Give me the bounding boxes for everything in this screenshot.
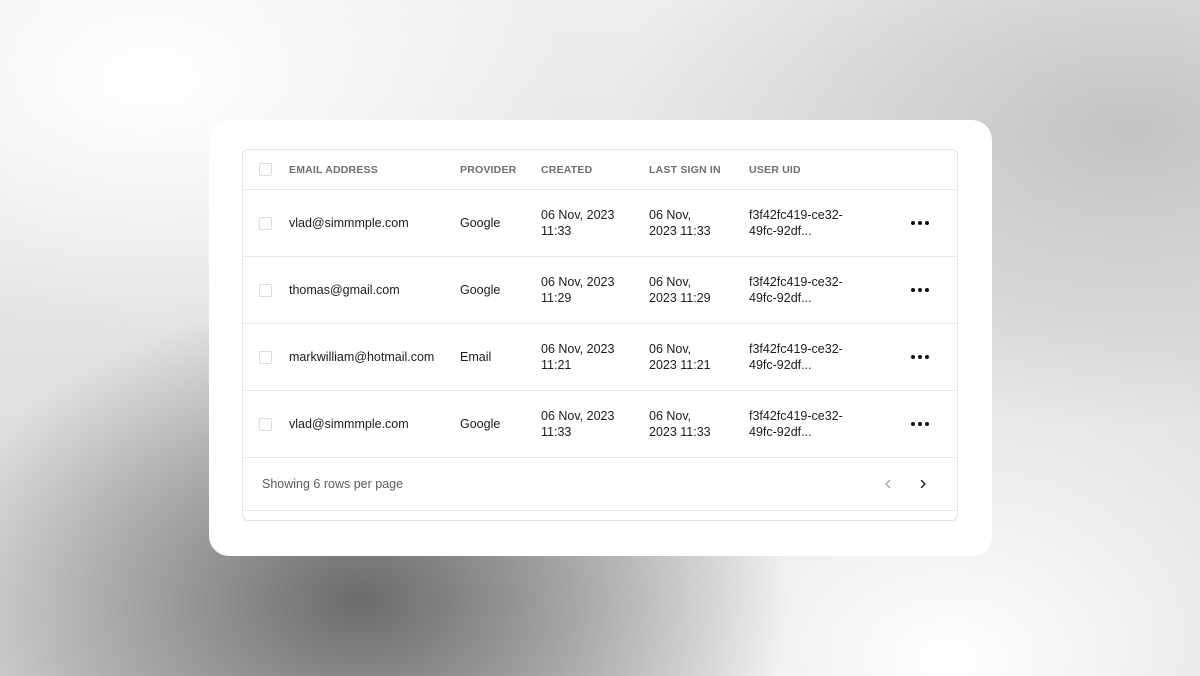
user-uid-cell: f3f42fc419-ce32- 49fc-92df...: [749, 391, 861, 457]
created-time: 11:33: [541, 425, 572, 439]
created-cell: 06 Nov, 2023 11:33: [541, 190, 641, 256]
created-time: 11:21: [541, 358, 572, 372]
user-uid-cell: f3f42fc419-ce32- 49fc-92df...: [749, 190, 861, 256]
provider-cell: Google: [460, 216, 501, 230]
users-card: EMAIL ADDRESS PROVIDER CREATED LAST SIGN…: [209, 120, 992, 556]
row-checkbox[interactable]: [259, 216, 272, 230]
table-footer: Showing 6 rows per page: [243, 458, 957, 511]
chevron-right-icon: [920, 479, 926, 489]
created-cell: 06 Nov, 2023 11:29: [541, 257, 641, 323]
email-cell: vlad@simmmple.com: [289, 216, 409, 230]
header-email: EMAIL ADDRESS: [289, 163, 378, 176]
last-sign-in-cell: 06 Nov, 2023 11:33: [649, 190, 735, 256]
last-sign-in-line1: 06 Nov,: [649, 342, 692, 356]
user-uid-line1: f3f42fc419-ce32-: [749, 275, 843, 289]
more-horizontal-icon[interactable]: [911, 355, 929, 359]
previous-page-button[interactable]: [883, 458, 893, 510]
more-horizontal-icon[interactable]: [911, 221, 929, 225]
last-sign-in-line1: 06 Nov,: [649, 275, 692, 289]
created-date: 06 Nov, 2023: [541, 342, 615, 356]
select-all-checkbox[interactable]: [259, 163, 272, 176]
last-sign-in-line2: 2023 11:29: [649, 291, 711, 305]
last-sign-in-line1: 06 Nov,: [649, 409, 692, 423]
user-uid-cell: f3f42fc419-ce32- 49fc-92df...: [749, 257, 861, 323]
email-cell: vlad@simmmple.com: [289, 417, 409, 431]
user-uid-line2: 49fc-92df...: [749, 291, 812, 305]
created-date: 06 Nov, 2023: [541, 208, 615, 222]
row-checkbox[interactable]: [259, 283, 272, 297]
header-last-sign-in: LAST SIGN IN: [649, 163, 721, 176]
header-provider: PROVIDER: [460, 163, 517, 176]
user-uid-line2: 49fc-92df...: [749, 358, 812, 372]
last-sign-in-cell: 06 Nov, 2023 11:21: [649, 324, 735, 390]
table-header: EMAIL ADDRESS PROVIDER CREATED LAST SIGN…: [243, 150, 957, 190]
created-cell: 06 Nov, 2023 11:21: [541, 324, 641, 390]
table-row: markwilliam@hotmail.com Email 06 Nov, 20…: [243, 324, 957, 391]
provider-cell: Google: [460, 283, 501, 297]
provider-cell: Google: [460, 417, 501, 431]
created-time: 11:33: [541, 224, 572, 238]
created-date: 06 Nov, 2023: [541, 409, 615, 423]
created-time: 11:29: [541, 291, 572, 305]
user-uid-line1: f3f42fc419-ce32-: [749, 342, 843, 356]
user-uid-cell: f3f42fc419-ce32- 49fc-92df...: [749, 324, 861, 390]
user-uid-line1: f3f42fc419-ce32-: [749, 409, 843, 423]
user-uid-line1: f3f42fc419-ce32-: [749, 208, 843, 222]
next-page-button[interactable]: [918, 458, 928, 510]
created-cell: 06 Nov, 2023 11:33: [541, 391, 641, 457]
last-sign-in-line2: 2023 11:33: [649, 224, 711, 238]
chevron-left-icon: [885, 479, 891, 489]
table-row: vlad@simmmple.com Google 06 Nov, 2023 11:…: [243, 190, 957, 257]
header-created: CREATED: [541, 163, 593, 176]
table-row: vlad@simmmple.com Google 06 Nov, 2023 11:…: [243, 391, 957, 458]
email-cell: markwilliam@hotmail.com: [289, 350, 435, 364]
email-cell: thomas@gmail.com: [289, 283, 400, 297]
user-uid-line2: 49fc-92df...: [749, 224, 812, 238]
more-horizontal-icon[interactable]: [911, 288, 929, 292]
provider-cell: Email: [460, 350, 492, 364]
header-user-uid: USER UID: [749, 163, 801, 176]
row-checkbox[interactable]: [259, 417, 272, 431]
last-sign-in-line2: 2023 11:21: [649, 358, 711, 372]
rows-per-page-text: Showing 6 rows per page: [262, 477, 404, 491]
last-sign-in-cell: 06 Nov, 2023 11:29: [649, 257, 735, 323]
more-horizontal-icon[interactable]: [911, 422, 929, 426]
last-sign-in-line1: 06 Nov,: [649, 208, 692, 222]
row-checkbox[interactable]: [259, 350, 272, 364]
users-table: EMAIL ADDRESS PROVIDER CREATED LAST SIGN…: [242, 149, 958, 521]
created-date: 06 Nov, 2023: [541, 275, 615, 289]
last-sign-in-cell: 06 Nov, 2023 11:33: [649, 391, 735, 457]
last-sign-in-line2: 2023 11:33: [649, 425, 711, 439]
table-row: thomas@gmail.com Google 06 Nov, 2023 11:2…: [243, 257, 957, 324]
user-uid-line2: 49fc-92df...: [749, 425, 812, 439]
